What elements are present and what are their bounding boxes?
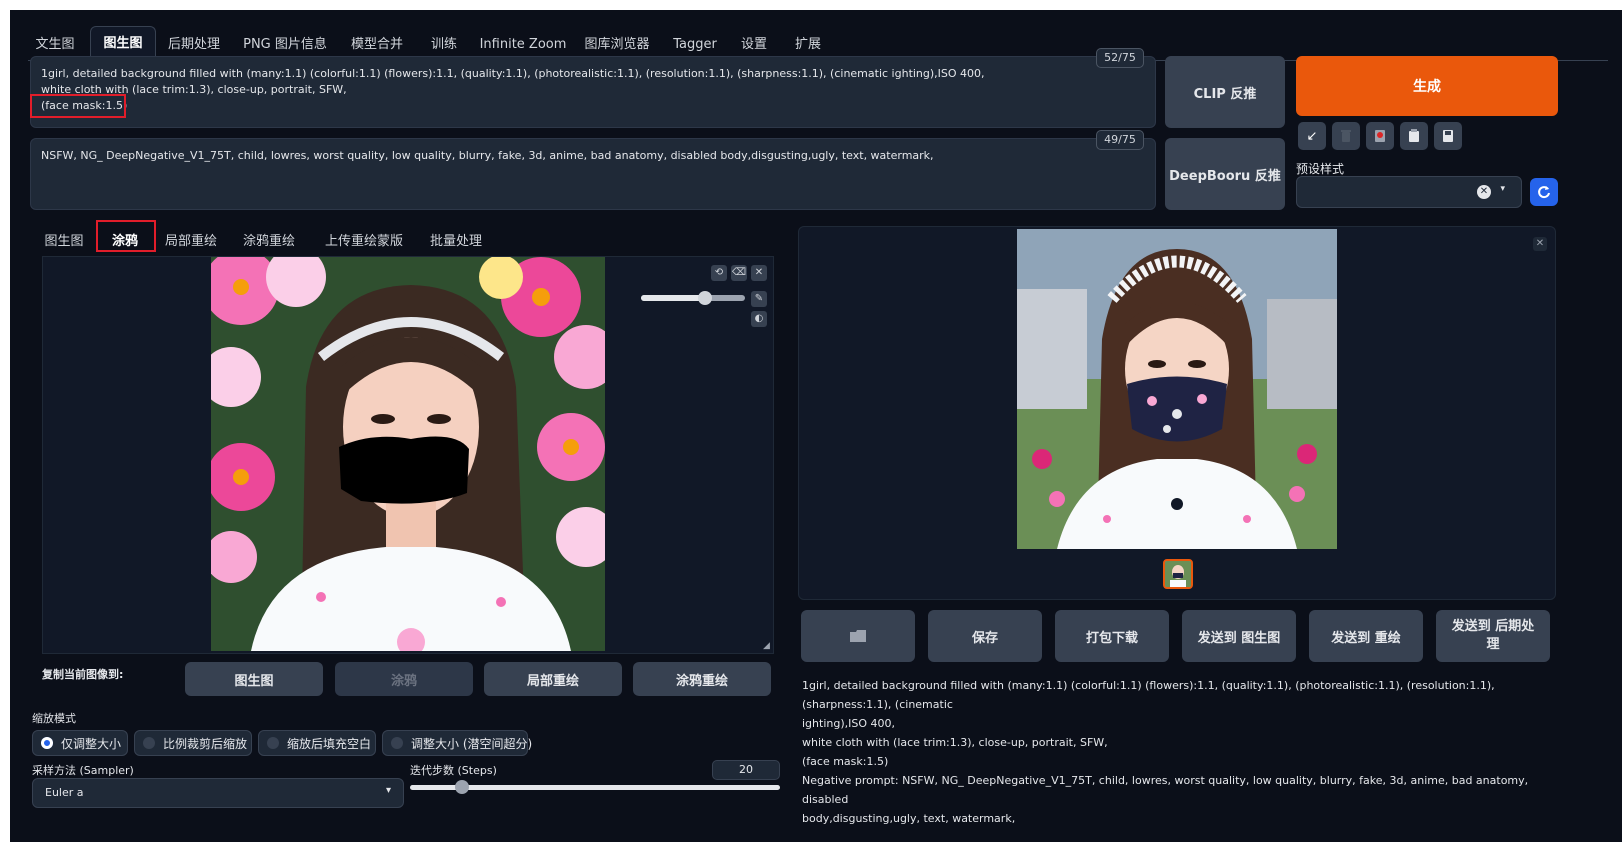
resize-handle-icon[interactable]: ◢ <box>763 641 770 651</box>
info-line: 1girl, detailed background filled with (… <box>802 679 1495 711</box>
save-style-icon[interactable] <box>1434 122 1462 150</box>
clear-icon[interactable]: ✕ <box>1477 185 1491 199</box>
subtab-inpaint-upload[interactable]: 上传重绘蒙版 <box>316 225 412 259</box>
resize-option-label: 缩放后填充空白 <box>287 736 372 751</box>
negative-prompt-text: NSFW, NG_ DeepNegative_V1_75T, child, lo… <box>41 149 934 162</box>
copy-to-img2img-button[interactable]: 图生图 <box>185 662 323 696</box>
eraser-icon[interactable]: ⌫ <box>731 265 747 281</box>
generate-button[interactable]: 生成 <box>1296 56 1558 116</box>
negative-token-counter: 49/75 <box>1096 130 1144 150</box>
extra-networks-icon[interactable] <box>1366 122 1394 150</box>
sampler-label: 采样方法 (Sampler) <box>32 764 134 777</box>
prompt-line-1: 1girl, detailed background filled with (… <box>41 67 985 80</box>
copy-to-sketch-button[interactable]: 涂鸦 <box>335 662 473 696</box>
info-line: white cloth with (lace trim:1.3), close-… <box>802 736 1108 749</box>
undo-icon[interactable]: ⟲ <box>711 265 727 281</box>
steps-label: 迭代步数 (Steps) <box>410 764 497 777</box>
send-to-img2img-button[interactable]: 发送到 图生图 <box>1182 610 1296 662</box>
prompt-token-counter: 52/75 <box>1096 48 1144 68</box>
webui-app: 文生图 图生图 后期处理 PNG 图片信息 模型合并 训练 Infinite Z… <box>10 10 1622 842</box>
resize-option-label: 比例裁剪后缩放 <box>163 736 248 751</box>
clipboard-icon[interactable] <box>1400 122 1428 150</box>
steps-slider[interactable] <box>410 780 780 794</box>
sketch-image[interactable] <box>211 257 605 651</box>
highlight-face-mask <box>30 94 126 118</box>
chevron-down-icon: ▾ <box>1500 184 1505 194</box>
send-to-extras-button[interactable]: 发送到 后期处理 <box>1436 610 1550 662</box>
send-to-inpaint-button[interactable]: 发送到 重绘 <box>1309 610 1423 662</box>
subtab-inpaint-sketch[interactable]: 涂鸦重绘 <box>236 225 302 259</box>
resize-mode-label: 缩放模式 <box>32 712 76 725</box>
subtab-img2img[interactable]: 图生图 <box>38 225 90 259</box>
highlight-sketch-tab <box>96 220 156 252</box>
info-line: Negative prompt: NSFW, NG_ DeepNegative_… <box>802 774 1529 806</box>
resize-option-label: 调整大小 (潜空间超分) <box>411 736 533 751</box>
prompt-line-3: (face mask:1.5) <box>41 99 128 112</box>
info-line: (face mask:1.5) <box>802 755 889 768</box>
close-icon[interactable]: ✕ <box>751 265 767 281</box>
close-icon[interactable]: ✕ <box>1533 237 1547 251</box>
output-gallery: ✕ <box>798 226 1556 600</box>
trash-icon[interactable] <box>1332 122 1360 150</box>
prompt-textarea[interactable]: 1girl, detailed background filled with (… <box>30 56 1156 128</box>
brush-icon[interactable]: ✎ <box>751 291 767 307</box>
resize-option-label: 仅调整大小 <box>61 736 122 751</box>
radio-dot <box>391 737 403 749</box>
preset-style-dropdown[interactable]: ✕ ▾ <box>1296 176 1522 208</box>
radio-dot <box>267 737 279 749</box>
brush-size-handle[interactable] <box>698 291 713 305</box>
output-thumbnail[interactable] <box>1163 559 1193 589</box>
preset-style-label: 预设样式 <box>1296 162 1345 176</box>
subtab-batch[interactable]: 批量处理 <box>422 225 490 259</box>
arrow-in-icon[interactable]: ↙ <box>1298 122 1326 150</box>
deepbooru-interrogate-button[interactable]: DeepBooru 反推 <box>1165 138 1285 210</box>
resize-option-latent[interactable]: 调整大小 (潜空间超分) <box>382 730 532 756</box>
subtab-inpaint[interactable]: 局部重绘 <box>158 225 224 259</box>
info-line: ighting),ISO 400, <box>802 717 895 730</box>
radio-dot <box>143 737 155 749</box>
resize-option-just-resize[interactable]: 仅调整大小 <box>32 730 128 756</box>
sampler-value: Euler a <box>45 786 84 799</box>
clip-interrogate-button[interactable]: CLIP 反推 <box>1165 56 1285 128</box>
chevron-down-icon: ▾ <box>385 785 391 796</box>
negative-prompt-textarea[interactable]: NSFW, NG_ DeepNegative_V1_75T, child, lo… <box>30 138 1156 210</box>
refresh-icon[interactable] <box>1530 178 1558 206</box>
palette-icon[interactable]: ◐ <box>751 311 767 327</box>
radio-dot <box>41 737 53 749</box>
sampler-dropdown[interactable]: Euler a ▾ <box>32 778 404 808</box>
copy-image-label: 复制当前图像到: <box>42 668 124 681</box>
brush-size-fill <box>641 295 706 301</box>
save-button[interactable]: 保存 <box>928 610 1042 662</box>
output-image[interactable] <box>1017 229 1337 549</box>
copy-to-inpaint-sketch-button[interactable]: 涂鸦重绘 <box>633 662 771 696</box>
sketch-canvas-area[interactable]: ⟲ ⌫ ✕ ✎ ◐ ◢ <box>42 256 774 654</box>
info-line: body,disgusting,ugly, text, watermark, <box>802 812 1016 825</box>
copy-to-inpaint-button[interactable]: 局部重绘 <box>484 662 622 696</box>
folder-icon[interactable] <box>801 610 915 662</box>
download-zip-button[interactable]: 打包下载 <box>1055 610 1169 662</box>
generation-info: 1girl, detailed background filled with (… <box>802 676 1562 828</box>
prompt-line-2: white cloth with (lace trim:1.3), close-… <box>41 83 347 96</box>
resize-option-crop-resize[interactable]: 比例裁剪后缩放 <box>134 730 252 756</box>
brush-size-slider[interactable] <box>641 291 745 305</box>
steps-slider-handle[interactable] <box>454 780 469 794</box>
steps-input[interactable]: 20 <box>712 760 780 780</box>
resize-option-fill[interactable]: 缩放后填充空白 <box>258 730 376 756</box>
